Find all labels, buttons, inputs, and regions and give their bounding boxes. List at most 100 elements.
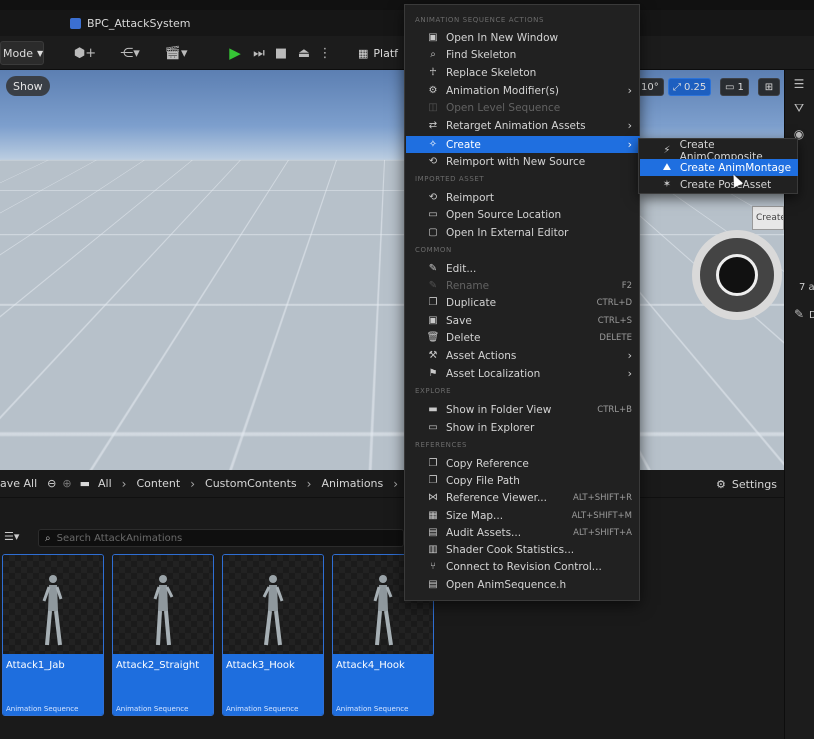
- blueprint-menu-icon: ⋲▾: [120, 46, 140, 61]
- chevron-right-icon: ›: [628, 84, 632, 97]
- menu-item-size-map[interactable]: ▦ Size Map... ALT+SHIFT+M: [406, 507, 640, 524]
- search-placeholder: Search AttackAnimations: [57, 533, 183, 544]
- folder-icon: ▬: [426, 404, 440, 415]
- history-back-icon[interactable]: ⊖: [47, 477, 56, 490]
- menu-item-retarget[interactable]: ⇄ Retarget Animation Assets ›: [406, 117, 640, 134]
- menu-item-asset-actions[interactable]: ⚒ Asset Actions ›: [406, 347, 640, 364]
- menu-item-create-pose-asset[interactable]: ✶ Create PoseAsset: [640, 176, 798, 193]
- menu-item-replace-skeleton[interactable]: ☥ Replace Skeleton: [406, 64, 640, 81]
- anim-composite-icon: ⚡: [660, 145, 674, 156]
- save-all-button[interactable]: ave All: [0, 477, 37, 490]
- filter-icon[interactable]: ⛛: [791, 100, 807, 116]
- menu-item-label: Copy Reference: [446, 458, 529, 470]
- folder-icon: ▬: [80, 477, 90, 490]
- menu-item-edit[interactable]: ✎ Edit...: [406, 260, 640, 277]
- search-input[interactable]: ⌕ Search AttackAnimations: [38, 529, 404, 547]
- menu-item-open-source-location[interactable]: ▭ Open Source Location: [406, 206, 640, 223]
- menu-item-open-new-window[interactable]: ▣ Open In New Window: [406, 29, 640, 46]
- trash-icon: 🗑︎: [426, 332, 440, 343]
- menu-item-audit-assets[interactable]: ▤ Audit Assets... ALT+SHIFT+A: [406, 524, 640, 541]
- menu-item-rename: ✎ Rename F2: [406, 277, 640, 294]
- shortcut-label: CTRL+D: [597, 298, 632, 308]
- tab-bpc-attacksystem[interactable]: BPC_AttackSystem: [60, 10, 201, 36]
- tab-label: BPC_AttackSystem: [87, 17, 191, 30]
- menu-item-animation-modifiers[interactable]: ⚙ Animation Modifier(s) ›: [406, 82, 640, 99]
- camera-speed-chip[interactable]: ▭ 1: [720, 78, 749, 96]
- filter-dropdown[interactable]: ☰▾: [4, 530, 19, 543]
- menu-item-copy-file-path[interactable]: ❐ Copy File Path: [406, 472, 640, 489]
- menu-item-open-external-editor[interactable]: ▢ Open In External Editor: [406, 224, 640, 241]
- menu-item-create-anim-montage[interactable]: ⛰ Create AnimMontage: [640, 159, 798, 176]
- breadcrumb-customcontents[interactable]: CustomContents: [205, 477, 297, 490]
- menu-item-reimport-new-source[interactable]: ⟲ Reimport with New Source: [406, 153, 640, 170]
- stop-button[interactable]: ■: [272, 42, 290, 64]
- chevron-right-icon: ›: [628, 119, 632, 132]
- menu-item-label: Edit...: [446, 263, 476, 275]
- add-actor-button[interactable]: ⬢+: [70, 42, 100, 64]
- settings-button[interactable]: ⚙ Settings: [716, 470, 777, 498]
- menu-item-label: Shader Cook Statistics...: [446, 544, 574, 556]
- asset-tile[interactable]: Attack2_Straight Animation Sequence: [112, 554, 214, 716]
- asset-thumbnail: [223, 555, 323, 654]
- details-fragment: D: [809, 310, 814, 321]
- asset-label-area: Attack1_Jab Animation Sequence: [3, 654, 103, 716]
- menu-item-find-skeleton[interactable]: ⌕ Find Skeleton: [406, 46, 640, 63]
- search-icon: ⌕: [426, 49, 440, 60]
- window-icon: ▣: [426, 32, 440, 43]
- asset-label-area: Attack2_Straight Animation Sequence: [113, 654, 213, 716]
- breadcrumb-animations[interactable]: Animations: [321, 477, 383, 490]
- play-icon: ▶: [229, 44, 241, 62]
- menu-item-create-anim-composite[interactable]: ⚡ Create AnimComposite: [640, 142, 798, 159]
- platforms-button[interactable]: ▦ Platf: [358, 42, 398, 64]
- show-button[interactable]: Show: [6, 76, 50, 96]
- menu-item-reference-viewer[interactable]: ⋈ Reference Viewer... ALT+SHIFT+R: [406, 489, 640, 506]
- menu-item-delete[interactable]: 🗑︎ Delete DELETE: [406, 329, 640, 346]
- asset-tile[interactable]: Attack3_Hook Animation Sequence: [222, 554, 324, 716]
- history-forward-icon[interactable]: ⊕: [62, 477, 71, 490]
- revision-control-icon: ⑂: [426, 561, 440, 572]
- chevron-down-icon: ▼: [37, 49, 43, 58]
- menu-item-duplicate[interactable]: ❐ Duplicate CTRL+D: [406, 294, 640, 311]
- menu-item-connect-revision-control[interactable]: ⑂ Connect to Revision Control...: [406, 558, 640, 575]
- menu-item-show-in-explorer[interactable]: ▭ Show in Explorer: [406, 419, 640, 436]
- eject-button[interactable]: ⏏: [295, 42, 313, 64]
- menu-item-reimport[interactable]: ⟲ Reimport: [406, 189, 640, 206]
- play-options-button[interactable]: ⋮: [318, 42, 332, 64]
- menu-item-show-in-folder-view[interactable]: ▬ Show in Folder View CTRL+B: [406, 401, 640, 418]
- level-viewport[interactable]: Show 10° ⤢ 0.25 ▭ 1 ⊞ Creates an A: [0, 70, 784, 470]
- breadcrumb-separator-icon: ›: [190, 477, 195, 491]
- menu-item-shader-cook-stats[interactable]: ▥ Shader Cook Statistics...: [406, 541, 640, 558]
- viewport-layout-button[interactable]: ⊞: [758, 78, 780, 96]
- menu-item-label: Open In New Window: [446, 32, 558, 44]
- scale-snap-chip[interactable]: ⤢ 0.25: [668, 78, 711, 96]
- menu-item-label: Audit Assets...: [446, 527, 521, 539]
- flag-icon: ⚑: [426, 368, 440, 379]
- blueprint-menu-button[interactable]: ⋲▾: [114, 42, 146, 64]
- menu-item-label: Show in Explorer: [446, 422, 534, 434]
- camera-speed-value: 1: [737, 82, 743, 93]
- menu-item-create[interactable]: ✧ Create ›: [406, 136, 640, 153]
- pencil-icon[interactable]: ✎: [791, 306, 807, 322]
- menu-item-label: Reimport with New Source: [446, 156, 585, 168]
- mode-dropdown[interactable]: Mode ▼: [0, 41, 44, 65]
- create-submenu: ⚡ Create AnimComposite ⛰ Create AnimMontag…: [638, 138, 798, 194]
- menu-item-label: Find Skeleton: [446, 49, 516, 61]
- folder-icon: ▭: [426, 209, 440, 220]
- section-header-actions: ANIMATION SEQUENCE ACTIONS: [415, 16, 544, 26]
- breadcrumb-all[interactable]: All: [98, 477, 112, 490]
- shortcut-label: DELETE: [599, 333, 632, 343]
- stop-icon: ■: [275, 46, 287, 61]
- rotation-snap-chip[interactable]: 10°: [636, 78, 664, 96]
- menu-item-label: Asset Localization: [446, 368, 540, 380]
- cinematics-button[interactable]: 🎬︎▾: [160, 42, 192, 64]
- outliner-icon[interactable]: ☰: [791, 76, 807, 92]
- asset-tile[interactable]: Attack1_Jab Animation Sequence: [2, 554, 104, 716]
- menu-item-copy-reference[interactable]: ❐ Copy Reference: [406, 455, 640, 472]
- play-button[interactable]: ▶: [226, 42, 244, 64]
- menu-item-asset-localization[interactable]: ⚑ Asset Localization ›: [406, 365, 640, 382]
- menu-item-open-animsequence-h[interactable]: ▤ Open AnimSequence.h: [406, 576, 640, 593]
- advance-frame-button[interactable]: ⏭: [250, 42, 268, 64]
- menu-item-save[interactable]: ▣ Save CTRL+S: [406, 312, 640, 329]
- breadcrumb-content[interactable]: Content: [136, 477, 180, 490]
- external-editor-icon: ▢: [426, 227, 440, 238]
